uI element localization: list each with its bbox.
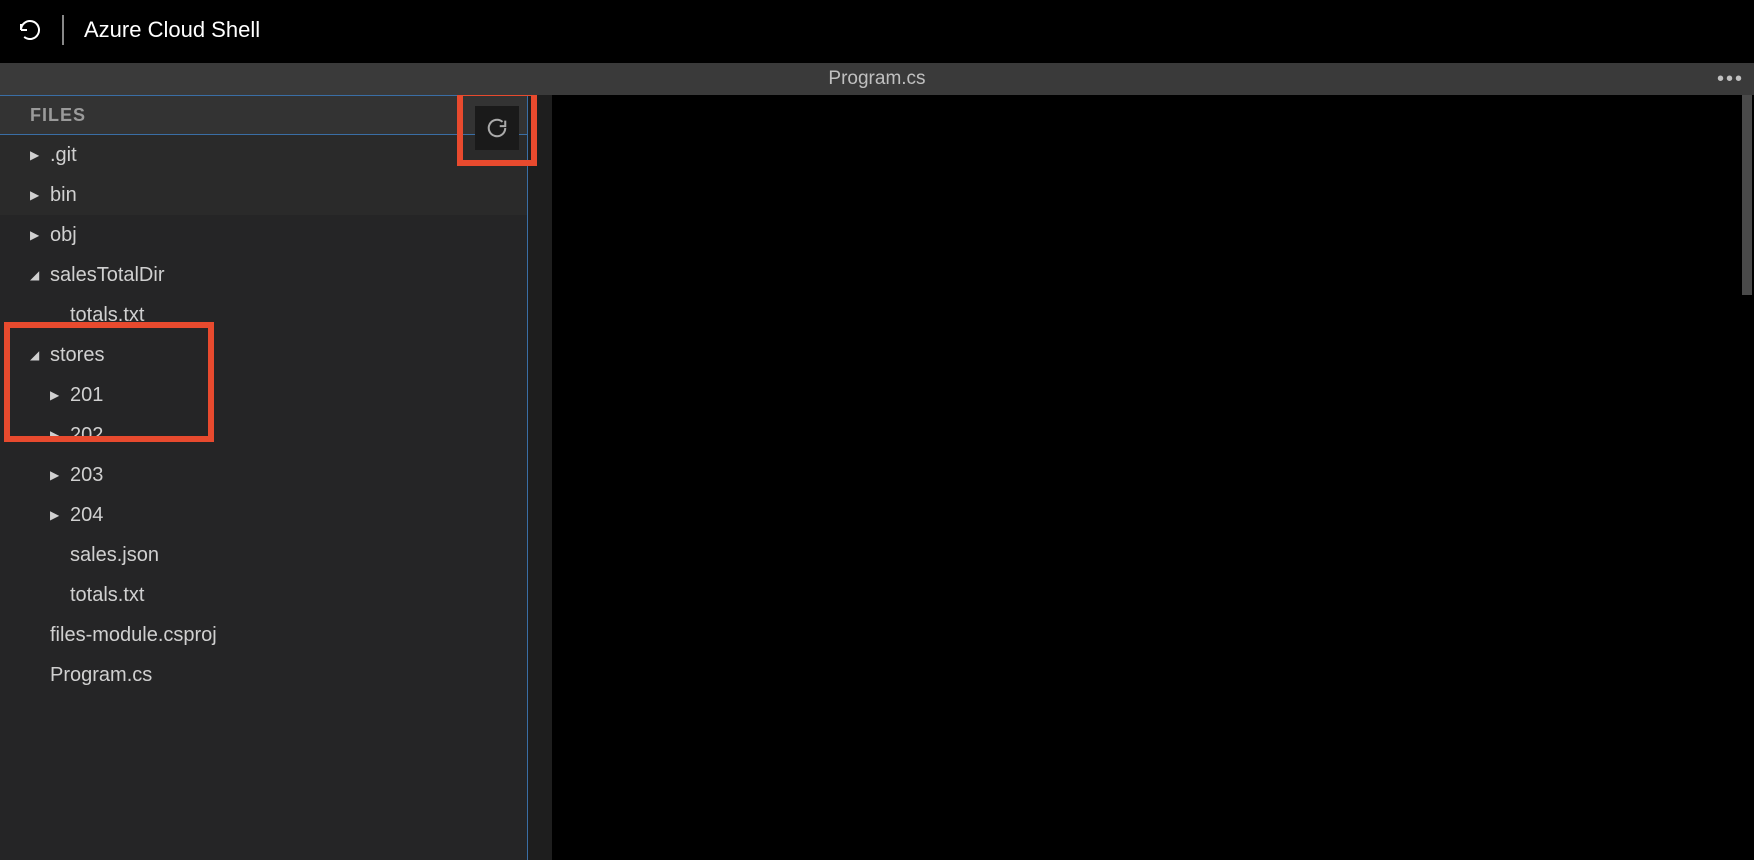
tab-bar: Program.cs •••	[0, 63, 1754, 95]
tree-folder-204[interactable]: ▶ 204	[0, 495, 527, 535]
refresh-button[interactable]	[475, 106, 519, 150]
tree-label: files-module.csproj	[50, 624, 217, 647]
tree-label: totals.txt	[70, 304, 144, 327]
more-icon[interactable]: •••	[1717, 68, 1744, 91]
reload-icon[interactable]	[18, 18, 42, 42]
chevron-right-icon: ▶	[30, 148, 44, 162]
tree-file-program-cs[interactable]: ▶ Program.cs	[0, 655, 527, 695]
tree-file-totals-txt[interactable]: ▶ totals.txt	[0, 295, 527, 335]
tree-file-sales-json[interactable]: ▶ sales.json	[0, 535, 527, 575]
tree-label: totals.txt	[70, 584, 144, 607]
tree-label: obj	[50, 224, 77, 247]
tree-folder-obj[interactable]: ▶ obj	[0, 215, 527, 255]
tree-label: stores	[50, 344, 104, 367]
tree-label: 203	[70, 464, 103, 487]
tree-label: .git	[50, 144, 77, 167]
tree-folder-git[interactable]: ▶ .git	[0, 135, 527, 175]
tree-label: Program.cs	[50, 664, 152, 687]
tree-file-totals-txt-stores[interactable]: ▶ totals.txt	[0, 575, 527, 615]
tree-label: 204	[70, 504, 103, 527]
header-divider	[62, 15, 64, 45]
tree-folder-stores[interactable]: ◢ stores	[0, 335, 527, 375]
tab-title[interactable]: Program.cs	[828, 68, 925, 90]
tree-folder-bin[interactable]: ▶ bin	[0, 175, 527, 215]
editor-gutter	[528, 95, 552, 860]
tree-label: 201	[70, 384, 103, 407]
tree-label: 202	[70, 424, 103, 447]
tree-label: sales.json	[70, 544, 159, 567]
tree-folder-salestotaldir[interactable]: ◢ salesTotalDir	[0, 255, 527, 295]
tree-folder-201[interactable]: ▶ 201	[0, 375, 527, 415]
chevron-down-icon: ◢	[30, 268, 44, 282]
chevron-right-icon: ▶	[30, 188, 44, 202]
tree-file-csproj[interactable]: ▶ files-module.csproj	[0, 615, 527, 655]
chevron-down-icon: ◢	[30, 348, 44, 362]
editor-scrollbar[interactable]	[1740, 95, 1754, 860]
file-tree: ▶ .git ▶ bin ▶ obj ◢ salesTotalDir ▶ tot…	[0, 135, 527, 860]
refresh-highlight-box	[457, 95, 537, 166]
chevron-right-icon: ▶	[50, 468, 64, 482]
chevron-right-icon: ▶	[50, 428, 64, 442]
file-explorer-sidebar: FILES ▶ .git ▶ bin ▶	[0, 95, 528, 860]
tree-label: salesTotalDir	[50, 264, 164, 287]
app-title: Azure Cloud Shell	[84, 17, 260, 43]
chevron-right-icon: ▶	[50, 508, 64, 522]
files-section-header[interactable]: FILES	[0, 95, 527, 135]
top-header: Azure Cloud Shell	[0, 0, 1754, 60]
scrollbar-thumb[interactable]	[1742, 95, 1752, 295]
tree-label: bin	[50, 184, 77, 207]
tree-folder-203[interactable]: ▶ 203	[0, 455, 527, 495]
tree-folder-202[interactable]: ▶ 202	[0, 415, 527, 455]
chevron-right-icon: ▶	[50, 388, 64, 402]
files-section-label: FILES	[30, 105, 86, 126]
chevron-right-icon: ▶	[30, 228, 44, 242]
editor-pane[interactable]	[528, 95, 1754, 860]
